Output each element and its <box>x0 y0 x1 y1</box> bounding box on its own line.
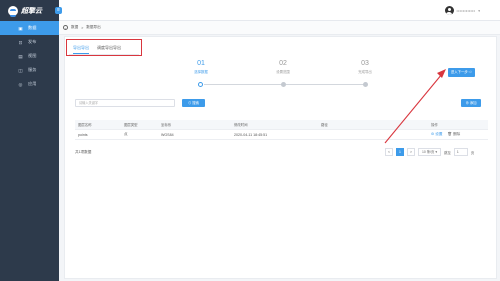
back-icon[interactable]: ‹ <box>63 25 68 30</box>
next-step-button[interactable]: 进入下一步 ⇨ <box>448 68 475 77</box>
breadcrumb: ‹ 数据 > 数据导出 <box>59 21 500 35</box>
prev-page-button[interactable]: < <box>385 148 393 156</box>
table-row[interactable]: points 点 WGS84 2020-04-11 18:45:51 ⚙ 设置 … <box>75 130 488 140</box>
operations-cell: ⚙ 设置 🗑 删除 <box>428 132 488 137</box>
column-header: 图层类型 <box>124 123 138 127</box>
chevron-down-icon: ▾ <box>478 8 480 13</box>
step-label: 完成导出 <box>358 70 372 74</box>
table-header-row: 图层名称 图层类型 坐标系 修改时间 路径 操作 <box>75 120 488 130</box>
column-header: 操作 <box>431 123 438 127</box>
main-panel: 导出导出 调度导出导出 01 选择数据 02 设置范围 03 完成导出 进入下一… <box>64 36 497 279</box>
column-header: 修改时间 <box>234 123 248 127</box>
sidebar-item-label: 应用 <box>28 81 37 86</box>
step-label: 设置范围 <box>276 70 290 74</box>
modified-time-cell: 2020-04-11 18:45:51 <box>234 132 268 137</box>
step-dot-active <box>198 82 203 87</box>
crs-cell: WGS84 <box>161 132 174 137</box>
sidebar-item-label: 发布 <box>28 39 37 44</box>
add-button[interactable]: ⊕ 添加 <box>461 99 481 107</box>
pagination: < 1 > 10 条/页 ▾ 跳至 1 页 <box>385 148 474 156</box>
service-icon: ◫ <box>18 67 23 73</box>
search-button[interactable]: ⊙ 搜索 <box>182 99 205 107</box>
column-header: 图层名称 <box>78 123 92 127</box>
layer-type-cell: 点 <box>124 132 128 136</box>
goto-label: 跳至 <box>444 150 451 155</box>
goto-page-input[interactable]: 1 <box>453 148 468 156</box>
tab-schedule-export[interactable]: 调度导出导出 <box>97 41 121 54</box>
step-label: 选择数据 <box>194 70 208 74</box>
next-page-button[interactable]: > <box>407 148 415 156</box>
step-1: 01 选择数据 <box>186 60 216 74</box>
brand-name: 超擎云 <box>21 7 42 15</box>
step-dot <box>363 82 368 87</box>
user-menu[interactable]: •••••••••••• ▾ <box>444 6 480 15</box>
user-avatar-icon <box>444 6 454 15</box>
sidebar-item-app[interactable]: ◎ 应用 <box>0 77 59 91</box>
breadcrumb-root[interactable]: 数据 <box>71 25 78 30</box>
column-header: 路径 <box>321 123 328 127</box>
pager-total: 共1项数据 <box>75 150 92 154</box>
sidebar-item-label: 数据 <box>28 25 37 30</box>
delete-button[interactable]: 🗑 删除 <box>447 132 460 136</box>
step-number: 03 <box>361 60 369 67</box>
sidebar-item-view[interactable]: ▤ 视图 <box>0 49 59 63</box>
brand[interactable]: 超擎云 <box>0 0 59 21</box>
sidebar-item-publish[interactable]: ⊡ 发布 <box>0 35 59 49</box>
user-name: •••••••••••• <box>456 8 476 13</box>
step-indicator: 01 选择数据 02 设置范围 03 完成导出 <box>186 60 386 90</box>
step-3: 03 完成导出 <box>350 60 380 74</box>
app-icon: ◎ <box>18 81 23 87</box>
sidebar: 超擎云 ▣ 数据 ⊡ 发布 ▤ 视图 ◫ 服务 ◎ 应用 <box>0 0 59 281</box>
page-suffix: 页 <box>470 150 475 155</box>
sidebar-item-label: 视图 <box>28 53 37 58</box>
collapse-sidebar-button[interactable]: ≡ <box>55 7 62 14</box>
page-size-select[interactable]: 10 条/页 ▾ <box>418 148 442 156</box>
sidebar-item-service[interactable]: ◫ 服务 <box>0 63 59 77</box>
tab-export[interactable]: 导出导出 <box>73 41 89 54</box>
step-connector <box>286 84 366 85</box>
layer-name-cell: points <box>78 132 88 137</box>
brand-logo-icon <box>8 5 18 17</box>
sidebar-item-label: 服务 <box>28 67 37 72</box>
sidebar-item-data[interactable]: ▣ 数据 <box>0 21 59 35</box>
settings-button[interactable]: ⚙ 设置 <box>431 132 442 136</box>
topbar: •••••••••••• ▾ <box>59 0 500 21</box>
step-number: 01 <box>197 60 205 67</box>
step-connector <box>204 84 284 85</box>
step-2: 02 设置范围 <box>268 60 298 74</box>
page-button[interactable]: 1 <box>396 148 404 156</box>
breadcrumb-current: 数据导出 <box>86 25 101 29</box>
column-header: 坐标系 <box>161 123 172 127</box>
layer-table: 图层名称 图层类型 坐标系 修改时间 路径 操作 points 点 WGS84 … <box>75 120 488 140</box>
view-icon: ▤ <box>18 53 23 59</box>
publish-icon: ⊡ <box>18 39 23 45</box>
folder-icon: ▣ <box>18 25 23 31</box>
step-number: 02 <box>279 60 287 67</box>
step-dot <box>281 82 286 87</box>
search-input[interactable]: 请输入关键字 <box>75 99 175 107</box>
tab-bar: 导出导出 调度导出导出 <box>69 41 139 55</box>
breadcrumb-separator: > <box>81 25 84 30</box>
